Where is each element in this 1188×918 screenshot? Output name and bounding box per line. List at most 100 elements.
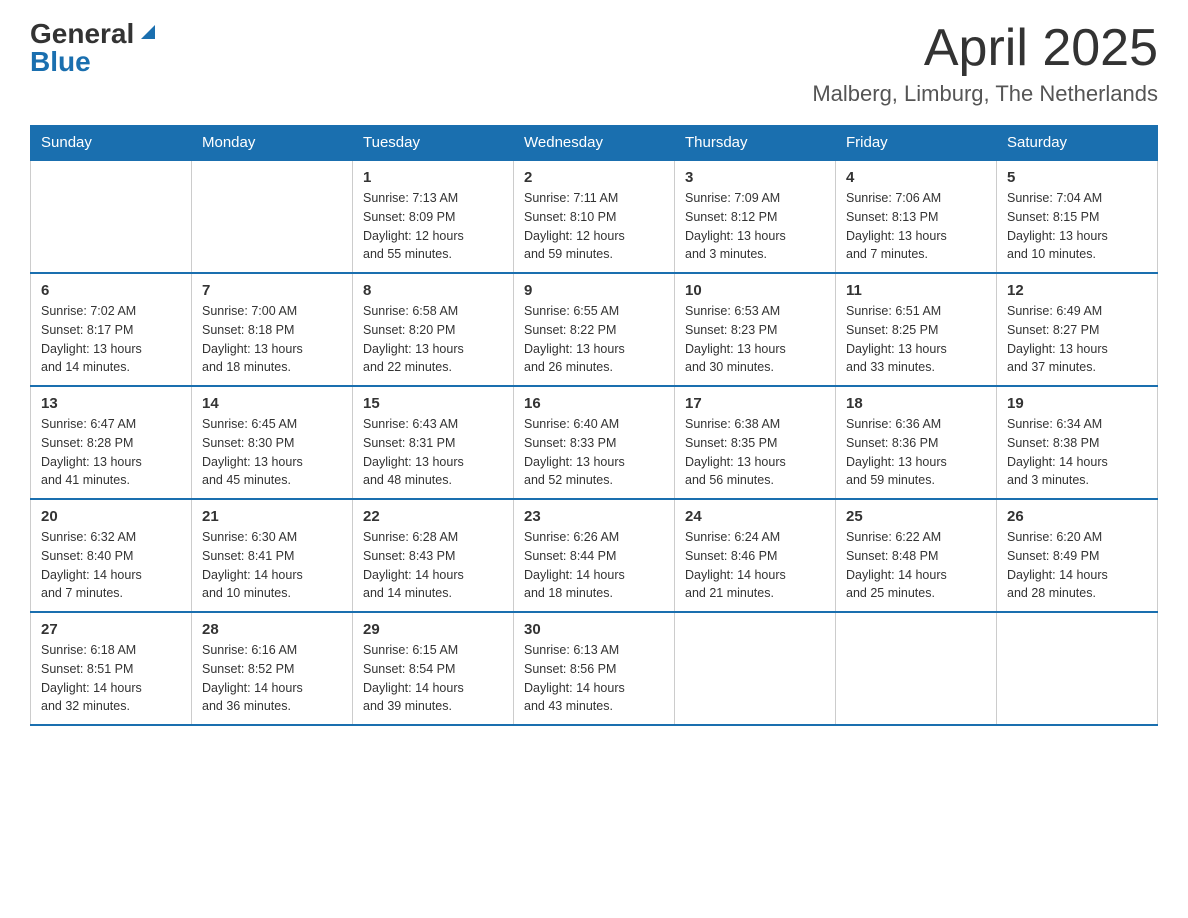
day-info: Sunrise: 7:11 AM Sunset: 8:10 PM Dayligh…	[524, 189, 664, 264]
day-number: 23	[524, 508, 664, 525]
day-cell: 22Sunrise: 6:28 AM Sunset: 8:43 PM Dayli…	[353, 499, 514, 612]
day-info: Sunrise: 6:34 AM Sunset: 8:38 PM Dayligh…	[1007, 415, 1147, 490]
day-number: 25	[846, 508, 986, 525]
day-number: 27	[41, 621, 181, 638]
day-cell: 30Sunrise: 6:13 AM Sunset: 8:56 PM Dayli…	[514, 612, 675, 725]
day-info: Sunrise: 6:15 AM Sunset: 8:54 PM Dayligh…	[363, 641, 503, 716]
day-cell: 18Sunrise: 6:36 AM Sunset: 8:36 PM Dayli…	[836, 386, 997, 499]
day-cell: 15 Sunrise: 6:43 AM Sunset: 8:31 PM Dayli…	[353, 386, 514, 499]
day-number: 17	[685, 395, 825, 412]
day-cell: 2 Sunrise: 7:11 AM Sunset: 8:10 PM Daylig…	[514, 160, 675, 273]
day-info: Sunrise: 6:51 AM Sunset: 8:25 PM Dayligh…	[846, 302, 986, 377]
day-info: Sunrise: 6:47 AM Sunset: 8:28 PM Dayligh…	[41, 415, 181, 490]
day-number: 24	[685, 508, 825, 525]
day-number: 22	[363, 508, 503, 525]
day-cell: 17 Sunrise: 6:38 AM Sunset: 8:35 PM Dayli…	[675, 386, 836, 499]
day-info: Sunrise: 6:24 AM Sunset: 8:46 PM Dayligh…	[685, 528, 825, 603]
day-number: 3	[685, 169, 825, 186]
day-number: 13	[41, 395, 181, 412]
logo-triangle-icon	[137, 21, 159, 43]
day-info: Sunrise: 6:36 AM Sunset: 8:36 PM Dayligh…	[846, 415, 986, 490]
day-number: 26	[1007, 508, 1147, 525]
day-info: Sunrise: 6:53 AM Sunset: 8:23 PM Dayligh…	[685, 302, 825, 377]
day-info: Sunrise: 7:09 AM Sunset: 8:12 PM Dayligh…	[685, 189, 825, 264]
day-cell	[31, 160, 192, 273]
logo: General Blue	[30, 20, 159, 76]
day-info: Sunrise: 6:38 AM Sunset: 8:35 PM Dayligh…	[685, 415, 825, 490]
day-info: Sunrise: 6:55 AM Sunset: 8:22 PM Dayligh…	[524, 302, 664, 377]
week-row-5: 27 Sunrise: 6:18 AM Sunset: 8:51 PM Dayli…	[31, 612, 1158, 725]
day-number: 9	[524, 282, 664, 299]
weekday-header-saturday: Saturday	[997, 126, 1158, 161]
weekday-header-tuesday: Tuesday	[353, 126, 514, 161]
weekday-header-row: SundayMondayTuesdayWednesdayThursdayFrid…	[31, 126, 1158, 161]
day-cell: 4Sunrise: 7:06 AM Sunset: 8:13 PM Daylig…	[836, 160, 997, 273]
day-info: Sunrise: 7:06 AM Sunset: 8:13 PM Dayligh…	[846, 189, 986, 264]
day-cell: 5 Sunrise: 7:04 AM Sunset: 8:15 PM Daylig…	[997, 160, 1158, 273]
day-number: 8	[363, 282, 503, 299]
day-cell: 13 Sunrise: 6:47 AM Sunset: 8:28 PM Dayli…	[31, 386, 192, 499]
day-cell: 29Sunrise: 6:15 AM Sunset: 8:54 PM Dayli…	[353, 612, 514, 725]
day-info: Sunrise: 6:32 AM Sunset: 8:40 PM Dayligh…	[41, 528, 181, 603]
week-row-4: 20 Sunrise: 6:32 AM Sunset: 8:40 PM Dayli…	[31, 499, 1158, 612]
day-info: Sunrise: 6:45 AM Sunset: 8:30 PM Dayligh…	[202, 415, 342, 490]
day-cell	[192, 160, 353, 273]
day-info: Sunrise: 6:13 AM Sunset: 8:56 PM Dayligh…	[524, 641, 664, 716]
day-cell: 16 Sunrise: 6:40 AM Sunset: 8:33 PM Dayli…	[514, 386, 675, 499]
day-cell: 10 Sunrise: 6:53 AM Sunset: 8:23 PM Dayli…	[675, 273, 836, 386]
weekday-header-sunday: Sunday	[31, 126, 192, 161]
day-cell: 9 Sunrise: 6:55 AM Sunset: 8:22 PM Daylig…	[514, 273, 675, 386]
day-cell: 25 Sunrise: 6:22 AM Sunset: 8:48 PM Dayli…	[836, 499, 997, 612]
day-number: 12	[1007, 282, 1147, 299]
day-number: 5	[1007, 169, 1147, 186]
day-number: 7	[202, 282, 342, 299]
day-number: 19	[1007, 395, 1147, 412]
day-number: 15	[363, 395, 503, 412]
day-cell: 8Sunrise: 6:58 AM Sunset: 8:20 PM Daylig…	[353, 273, 514, 386]
day-info: Sunrise: 7:13 AM Sunset: 8:09 PM Dayligh…	[363, 189, 503, 264]
day-cell: 3 Sunrise: 7:09 AM Sunset: 8:12 PM Daylig…	[675, 160, 836, 273]
day-cell: 19 Sunrise: 6:34 AM Sunset: 8:38 PM Dayli…	[997, 386, 1158, 499]
day-info: Sunrise: 6:43 AM Sunset: 8:31 PM Dayligh…	[363, 415, 503, 490]
day-cell: 7 Sunrise: 7:00 AM Sunset: 8:18 PM Daylig…	[192, 273, 353, 386]
day-number: 28	[202, 621, 342, 638]
day-cell: 23Sunrise: 6:26 AM Sunset: 8:44 PM Dayli…	[514, 499, 675, 612]
day-number: 1	[363, 169, 503, 186]
day-cell: 12Sunrise: 6:49 AM Sunset: 8:27 PM Dayli…	[997, 273, 1158, 386]
weekday-header-friday: Friday	[836, 126, 997, 161]
month-title: April 2025	[812, 20, 1158, 77]
day-cell: 6Sunrise: 7:02 AM Sunset: 8:17 PM Daylig…	[31, 273, 192, 386]
day-cell	[675, 612, 836, 725]
day-cell: 28 Sunrise: 6:16 AM Sunset: 8:52 PM Dayli…	[192, 612, 353, 725]
weekday-header-thursday: Thursday	[675, 126, 836, 161]
day-number: 14	[202, 395, 342, 412]
day-info: Sunrise: 6:40 AM Sunset: 8:33 PM Dayligh…	[524, 415, 664, 490]
day-cell: 21Sunrise: 6:30 AM Sunset: 8:41 PM Dayli…	[192, 499, 353, 612]
day-number: 20	[41, 508, 181, 525]
week-row-3: 13 Sunrise: 6:47 AM Sunset: 8:28 PM Dayli…	[31, 386, 1158, 499]
day-number: 21	[202, 508, 342, 525]
day-cell	[997, 612, 1158, 725]
day-info: Sunrise: 6:18 AM Sunset: 8:51 PM Dayligh…	[41, 641, 181, 716]
weekday-header-wednesday: Wednesday	[514, 126, 675, 161]
day-cell: 11 Sunrise: 6:51 AM Sunset: 8:25 PM Dayli…	[836, 273, 997, 386]
day-info: Sunrise: 6:20 AM Sunset: 8:49 PM Dayligh…	[1007, 528, 1147, 603]
day-cell: 14 Sunrise: 6:45 AM Sunset: 8:30 PM Dayli…	[192, 386, 353, 499]
day-cell: 24 Sunrise: 6:24 AM Sunset: 8:46 PM Dayli…	[675, 499, 836, 612]
day-info: Sunrise: 7:00 AM Sunset: 8:18 PM Dayligh…	[202, 302, 342, 377]
location-title: Malberg, Limburg, The Netherlands	[812, 81, 1158, 107]
day-info: Sunrise: 6:16 AM Sunset: 8:52 PM Dayligh…	[202, 641, 342, 716]
day-number: 16	[524, 395, 664, 412]
page-header: General Blue April 2025 Malberg, Limburg…	[30, 20, 1158, 107]
day-cell: 1 Sunrise: 7:13 AM Sunset: 8:09 PM Daylig…	[353, 160, 514, 273]
day-number: 11	[846, 282, 986, 299]
week-row-2: 6Sunrise: 7:02 AM Sunset: 8:17 PM Daylig…	[31, 273, 1158, 386]
day-info: Sunrise: 6:22 AM Sunset: 8:48 PM Dayligh…	[846, 528, 986, 603]
day-number: 2	[524, 169, 664, 186]
day-cell: 20 Sunrise: 6:32 AM Sunset: 8:40 PM Dayli…	[31, 499, 192, 612]
day-cell: 27 Sunrise: 6:18 AM Sunset: 8:51 PM Dayli…	[31, 612, 192, 725]
day-info: Sunrise: 7:04 AM Sunset: 8:15 PM Dayligh…	[1007, 189, 1147, 264]
weekday-header-monday: Monday	[192, 126, 353, 161]
day-number: 10	[685, 282, 825, 299]
day-cell	[836, 612, 997, 725]
